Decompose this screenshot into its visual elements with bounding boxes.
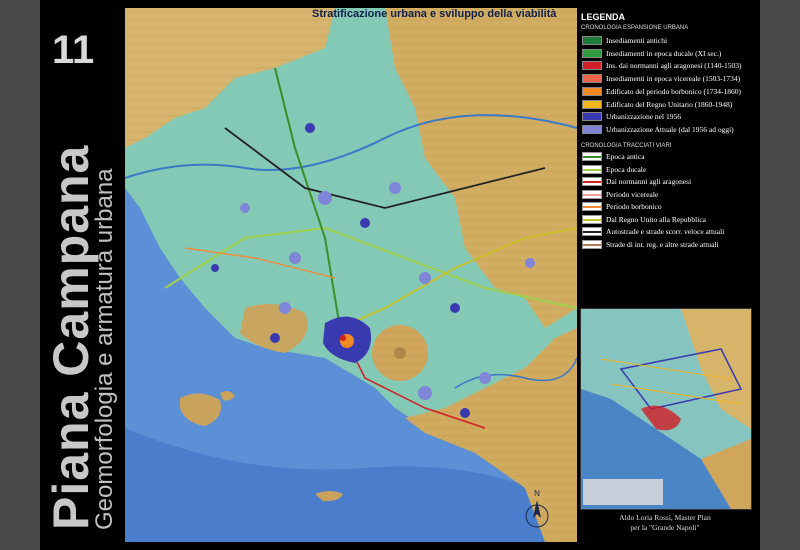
north-label: N (534, 489, 540, 498)
legend-title: LEGENDA (581, 12, 626, 22)
legend-urban-label: Edificato del Regno Unitario (1860-1948) (606, 99, 733, 109)
legend-urban-item: Urbanizzazione Attuale (dal 1956 ad oggi… (582, 124, 734, 135)
legend-urban-label: Ins. dai normanni agli aragonesi (1140-1… (606, 61, 742, 71)
legend-urban-label: Urbanizzazione Attuale (dal 1956 ad oggi… (606, 124, 734, 134)
legend-road-label: Periodo vicereale (606, 189, 659, 199)
legend-urban-item: Insediamenti in epoca ducale (XI sec.) (582, 48, 721, 59)
inset-drawing (581, 309, 751, 509)
legend: LEGENDA CRONOLOGIA ESPANSIONE URBANA CRO… (577, 8, 760, 308)
legend-swatch (582, 112, 602, 122)
legend-road-item: Epoca ducale (582, 164, 646, 175)
poster-subtitle: Geomorfologia e armatura urbana (91, 168, 118, 530)
legend-urban-label: Edificato del periodo borbonico (1734-18… (606, 86, 741, 96)
map-drawing: N (125, 8, 577, 542)
legend-road-label: Autostrade e strade scorr. veloce attual… (606, 227, 725, 236)
legend-line-swatch (582, 177, 602, 186)
legend-swatch (582, 124, 602, 134)
legend-line-swatch (582, 164, 602, 174)
credit-line-2: per la "Grande Napoli" (630, 523, 700, 532)
legend-roads-section-title: CRONOLOGIA TRACCIATI VIARI (581, 143, 672, 149)
legend-urban-label: Urbanizzazione nel 1956 (606, 112, 681, 122)
legend-swatch (582, 48, 602, 58)
legend-urban-label: Insediamenti in epoca ducale (XI sec.) (606, 48, 722, 58)
legend-road-item: Epoca antica (582, 151, 645, 162)
main-map: N (125, 8, 577, 542)
legend-swatch (582, 99, 602, 109)
vertical-title-block: Piana Campana Geomorfologia e armatura u… (43, 144, 118, 530)
legend-line-swatch (582, 152, 602, 161)
legend-swatch (582, 61, 602, 71)
legend-line-swatch (582, 227, 602, 236)
legend-line-swatch (582, 202, 602, 211)
legend-line-swatch (582, 189, 602, 199)
legend-urban-item: Urbanizzazione nel 1956 (582, 111, 681, 122)
legend-road-label: Periodo borbonico (606, 202, 662, 211)
legend-urban-item: Edificato del Regno Unitario (1860-1948) (582, 99, 732, 110)
plate-number: 11 (52, 28, 95, 72)
legend-road-item: Periodo vicereale (582, 189, 658, 200)
legend-urban-item: Ins. dai normanni agli aragonesi (1140-1… (582, 60, 742, 71)
poster-title: Piana Campana (43, 144, 99, 530)
legend-urban-item: Edificato del periodo borbonico (1734-18… (582, 86, 741, 97)
legend-swatch (582, 86, 602, 96)
legend-urban-label: Insediamenti in epoca vicereale (1503-17… (606, 74, 741, 84)
legend-road-item: Autostrade e strade scorr. veloce attual… (582, 226, 724, 237)
inset-master-plan-map (580, 308, 752, 510)
legend-road-item: Periodo borbonico (582, 201, 662, 212)
credit-line-1: Aldo Loria Rossi, Master Plan (619, 513, 711, 522)
legend-urban-section-title: CRONOLOGIA ESPANSIONE URBANA (581, 25, 689, 31)
legend-road-item: Dal Regno Unito alla Repubblica (582, 214, 706, 225)
legend-swatch (582, 36, 602, 45)
legend-urban-label: Insediamenti antichi (606, 36, 668, 45)
legend-road-item: Strade di int. reg. e altre strade attua… (582, 239, 719, 250)
legend-urban-item: Insediamenti antichi (582, 35, 667, 46)
legend-road-label: Epoca antica (606, 152, 645, 161)
legend-road-item: Dai normanni agli aragonesi (582, 176, 691, 187)
legend-road-label: Strade di int. reg. e altre strade attua… (606, 239, 719, 249)
legend-line-swatch (582, 214, 602, 224)
credit: Aldo Loria Rossi, Master Plan per la "Gr… (580, 513, 750, 533)
legend-line-swatch (582, 239, 602, 249)
legend-road-label: Dai normanni agli aragonesi (606, 177, 692, 186)
legend-road-label: Dal Regno Unito alla Repubblica (606, 214, 706, 224)
legend-urban-item: Insediamenti in epoca vicereale (1503-17… (582, 73, 740, 84)
legend-swatch (582, 74, 602, 84)
map-title: Stratificazione urbana e sviluppo della … (312, 8, 557, 20)
legend-road-label: Epoca ducale (606, 164, 647, 174)
